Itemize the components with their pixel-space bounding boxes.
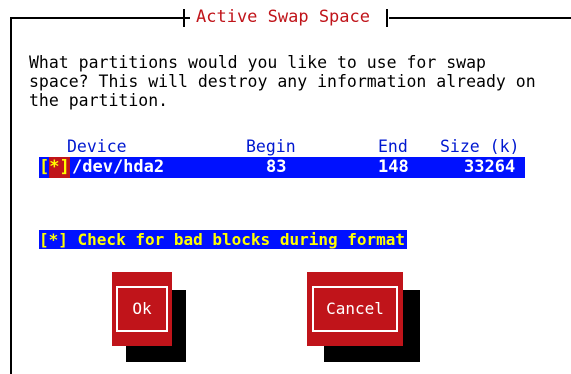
ok-button-face[interactable]: Ok — [116, 286, 168, 332]
partition-end: 148 — [378, 157, 409, 177]
partition-device: /dev/hda2 — [72, 157, 165, 177]
frame-border-top-right — [389, 17, 571, 19]
cancel-button-face[interactable]: Cancel — [312, 286, 398, 332]
frame-border-left — [10, 17, 12, 374]
cancel-button-label: Cancel — [326, 299, 384, 318]
column-header-device: Device — [67, 137, 127, 156]
dialog-title: Active Swap Space — [196, 7, 370, 27]
column-header-end: End — [378, 137, 408, 156]
title-bracket-right — [380, 9, 388, 27]
column-header-begin: Begin — [246, 137, 296, 156]
partition-begin: 83 — [266, 157, 287, 177]
ok-button-label: Ok — [132, 299, 152, 318]
bad-blocks-checkbox[interactable]: [*] Check for bad blocks during format — [39, 230, 408, 249]
title-bracket-left — [183, 9, 191, 27]
frame-border-top-left — [10, 17, 190, 19]
partition-size: 33264 — [464, 157, 516, 177]
ok-button[interactable]: Ok — [112, 272, 172, 346]
column-header-size: Size (k) — [440, 137, 520, 156]
cancel-button[interactable]: Cancel — [307, 272, 403, 346]
swap-dialog: Active Swap Space What partitions would … — [0, 0, 571, 374]
partition-checkbox[interactable]: [*] — [39, 157, 70, 178]
prompt-text: What partitions would you like to use fo… — [29, 53, 536, 110]
partition-row[interactable]: [*] /dev/hda2 83 148 33264 — [39, 157, 525, 178]
